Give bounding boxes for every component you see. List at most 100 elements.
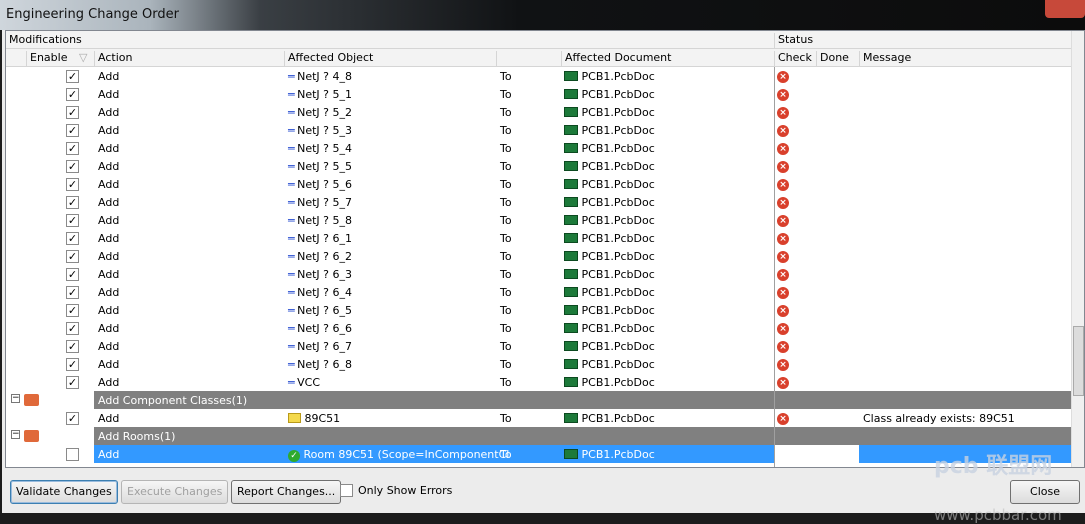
table-row[interactable]: ✓ Add ═ NetJ ? 6_1 To PCB1.PcbDoc × [6,229,1072,247]
title-bar: Engineering Change Order [0,0,1085,30]
pcb-document-icon [564,341,578,351]
affected-document-cell: PCB1.PcbDoc [581,232,655,245]
table-row[interactable]: ✓ Add ═ NetJ ? 5_3 To PCB1.PcbDoc × [6,121,1072,139]
net-icon: ═ [288,304,295,317]
pcb-document-icon [564,359,578,369]
table-row[interactable]: ✓ Add ═ NetJ ? 4_8 To PCB1.PcbDoc × [6,67,1072,85]
enable-checkbox[interactable]: ✓ [66,376,79,389]
to-cell: To [500,142,512,155]
only-show-errors-checkbox[interactable] [340,484,353,497]
enable-checkbox[interactable]: ✓ [66,412,79,425]
table-row[interactable]: ✓ Add ═ NetJ ? 5_8 To PCB1.PcbDoc × [6,211,1072,229]
affected-object-cell: NetJ ? 6_4 [297,286,353,299]
header-affected-object[interactable]: Affected Object [284,51,373,67]
affected-document-cell: PCB1.PcbDoc [581,250,655,263]
enable-checkbox[interactable]: ✓ [66,70,79,83]
error-icon: × [777,251,789,263]
header-status: Status [774,33,813,49]
pcb-document-icon [564,89,578,99]
enable-checkbox[interactable]: ✓ [66,106,79,119]
to-cell: To [500,178,512,191]
table-row[interactable]: ✓ Add ═ NetJ ? 6_2 To PCB1.PcbDoc × [6,247,1072,265]
vertical-scrollbar[interactable] [1071,31,1084,467]
table-row[interactable]: ✓ Add ═ NetJ ? 6_6 To PCB1.PcbDoc × [6,319,1072,337]
header-enable[interactable]: Enable ▽ [26,51,94,67]
scrollbar-thumb[interactable] [1073,326,1084,396]
affected-object-cell: 89C51 [304,412,341,425]
affected-document-cell: PCB1.PcbDoc [581,448,655,461]
table-row[interactable]: ✓ Add ═ NetJ ? 5_5 To PCB1.PcbDoc × [6,157,1072,175]
pcb-document-icon [564,287,578,297]
header-message[interactable]: Message [859,51,911,67]
error-icon: × [777,125,789,137]
collapse-icon[interactable]: − [11,394,20,403]
error-icon: × [777,89,789,101]
enable-checkbox[interactable]: ✓ [66,250,79,263]
table-row[interactable]: ✓ Add 89C51 To PCB1.PcbDoc × Class already e… [6,409,1072,427]
validate-changes-button[interactable]: Validate Changes [10,480,118,504]
to-cell: To [500,376,512,389]
table-row[interactable]: ✓ Add ═ NetJ ? 5_2 To PCB1.PcbDoc × [6,103,1072,121]
table-row[interactable]: ✓ Add ═ NetJ ? 6_4 To PCB1.PcbDoc × [6,283,1072,301]
affected-object-cell: NetJ ? 6_1 [297,232,353,245]
window-close-button[interactable] [1045,0,1085,18]
affected-object-cell: NetJ ? 6_8 [297,358,353,371]
to-cell: To [500,232,512,245]
table-row[interactable]: ✓ Add ═ NetJ ? 5_7 To PCB1.PcbDoc × [6,193,1072,211]
affected-object-cell: NetJ ? 5_3 [297,124,353,137]
header-action[interactable]: Action [94,51,132,67]
table-row[interactable]: Add ✓ Room 89C51 (Scope=InComponentCl To P… [6,445,1072,463]
close-button[interactable]: Close [1010,480,1080,504]
action-cell: Add [98,358,120,371]
enable-checkbox[interactable]: ✓ [66,142,79,155]
affected-document-cell: PCB1.PcbDoc [581,160,655,173]
table-row[interactable]: ✓ Add ═ NetJ ? 6_8 To PCB1.PcbDoc × [6,355,1072,373]
affected-object-cell: NetJ ? 5_6 [297,178,353,191]
table-row[interactable]: ✓ Add ═ NetJ ? 5_1 To PCB1.PcbDoc × [6,85,1072,103]
table-row[interactable]: ✓ Add ═ NetJ ? 6_5 To PCB1.PcbDoc × [6,301,1072,319]
group-row[interactable]: − Add Component Classes(1) [6,391,1072,409]
table-row[interactable]: ✓ Add ═ NetJ ? 5_4 To PCB1.PcbDoc × [6,139,1072,157]
window-title: Engineering Change Order [6,7,179,22]
header-to[interactable] [496,51,561,67]
header-done[interactable]: Done [816,51,849,67]
action-cell: Add [98,124,120,137]
affected-document-cell: PCB1.PcbDoc [581,340,655,353]
enable-checkbox[interactable]: ✓ [66,160,79,173]
to-cell: To [500,304,512,317]
enable-checkbox[interactable]: ✓ [66,340,79,353]
enable-checkbox[interactable]: ✓ [66,178,79,191]
group-folder-icon [24,430,39,442]
table-row[interactable]: ✓ Add ═ NetJ ? 6_3 To PCB1.PcbDoc × [6,265,1072,283]
enable-checkbox[interactable]: ✓ [66,286,79,299]
execute-changes-button[interactable]: Execute Changes [121,480,229,504]
enable-checkbox[interactable]: ✓ [66,268,79,281]
enable-checkbox[interactable]: ✓ [66,196,79,209]
enable-checkbox[interactable]: ✓ [66,322,79,335]
enable-checkbox[interactable]: ✓ [66,304,79,317]
pcb-document-icon [564,107,578,117]
table-row[interactable]: ✓ Add ═ NetJ ? 5_6 To PCB1.PcbDoc × [6,175,1072,193]
action-cell: Add [98,448,120,461]
enable-checkbox[interactable]: ✓ [66,232,79,245]
group-row[interactable]: − Add Rooms(1) [6,427,1072,445]
group-label: Add Component Classes(1) [98,394,248,407]
to-cell: To [500,250,512,263]
enable-checkbox[interactable]: ✓ [66,358,79,371]
header-affected-document[interactable]: Affected Document [561,51,671,67]
pcb-document-icon [564,251,578,261]
enable-checkbox[interactable] [66,448,79,461]
table-row[interactable]: ✓ Add ═ NetJ ? 6_7 To PCB1.PcbDoc × [6,337,1072,355]
affected-object-cell: NetJ ? 5_7 [297,196,353,209]
enable-checkbox[interactable]: ✓ [66,214,79,227]
to-cell: To [500,70,512,83]
report-changes-button[interactable]: Report Changes... [231,480,342,504]
header-check[interactable]: Check [774,51,812,67]
enable-checkbox[interactable]: ✓ [66,124,79,137]
enable-checkbox[interactable]: ✓ [66,88,79,101]
collapse-icon[interactable]: − [11,430,20,439]
to-cell: To [500,124,512,137]
table-row[interactable]: ✓ Add ═ VCC To PCB1.PcbDoc × [6,373,1072,391]
affected-document-cell: PCB1.PcbDoc [581,106,655,119]
affected-document-cell: PCB1.PcbDoc [581,376,655,389]
